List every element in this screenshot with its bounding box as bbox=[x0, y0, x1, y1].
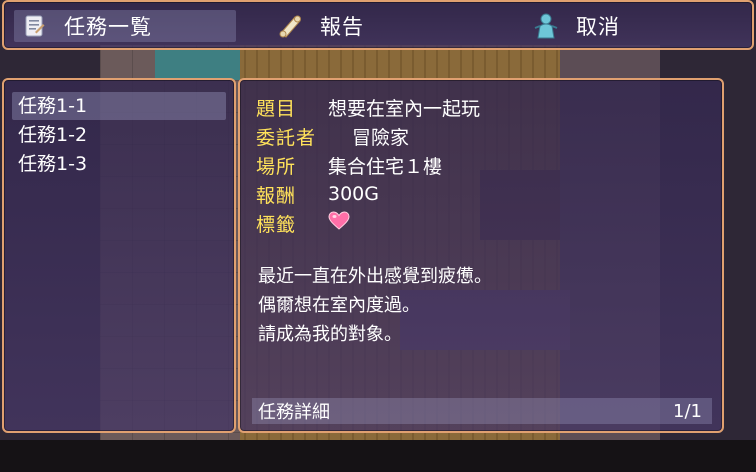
description-line: 最近一直在外出感覺到疲憊。 bbox=[258, 266, 492, 287]
command-label: 報告 bbox=[320, 15, 364, 39]
detail-reward-row: 報酬 300G bbox=[256, 179, 379, 209]
description-line: 偶爾想在室內度過。 bbox=[258, 295, 420, 316]
quest-detail-window: 題目 想要在室內一起玩 委託者 冒險家 場所 集合住宅１樓 報酬 300G 標籤… bbox=[238, 78, 724, 433]
command-cancel[interactable]: 取消 bbox=[532, 10, 732, 42]
command-label: 任務一覧 bbox=[64, 15, 152, 39]
quest-name: 任務1-3 bbox=[18, 153, 88, 175]
place-value: 集合住宅１樓 bbox=[328, 155, 443, 178]
title-label: 題目 bbox=[256, 97, 297, 120]
page-indicator: 1/1 bbox=[673, 400, 702, 422]
scroll-icon bbox=[276, 12, 304, 40]
client-label: 委託者 bbox=[256, 126, 317, 149]
footer-label: 任務詳細 bbox=[258, 402, 330, 423]
command-window: 任務一覧 報告 取消 bbox=[2, 0, 754, 50]
quest-list-item[interactable]: 任務1-3 bbox=[12, 150, 226, 178]
detail-title-row: 題目 想要在室內一起玩 bbox=[256, 92, 480, 122]
quest-name: 任務1-1 bbox=[18, 95, 88, 117]
person-icon bbox=[532, 12, 560, 40]
quest-name: 任務1-2 bbox=[18, 124, 88, 146]
client-value: 冒險家 bbox=[352, 126, 410, 149]
quest-list-item[interactable]: 任務1-2 bbox=[12, 121, 226, 149]
quest-list-icon bbox=[20, 12, 48, 40]
command-quest-list[interactable]: 任務一覧 bbox=[14, 10, 236, 42]
description-line: 請成為我的對象。 bbox=[258, 324, 402, 345]
tag-label: 標籤 bbox=[256, 213, 297, 236]
command-label: 取消 bbox=[576, 15, 620, 39]
quest-list-window: 任務1-1 任務1-2 任務1-3 bbox=[2, 78, 236, 433]
reward-label: 報酬 bbox=[256, 184, 297, 207]
detail-client-row: 委託者 冒險家 bbox=[256, 121, 409, 151]
detail-footer: 任務詳細 1/1 bbox=[252, 398, 712, 424]
reward-value: 300G bbox=[328, 183, 379, 205]
detail-place-row: 場所 集合住宅１樓 bbox=[256, 150, 442, 180]
title-value: 想要在室內一起玩 bbox=[328, 97, 481, 120]
command-report[interactable]: 報告 bbox=[276, 10, 476, 42]
quest-list-item[interactable]: 任務1-1 bbox=[12, 92, 226, 120]
place-label: 場所 bbox=[256, 155, 297, 178]
heart-icon bbox=[328, 210, 350, 236]
detail-tag-row: 標籤 bbox=[256, 208, 350, 238]
